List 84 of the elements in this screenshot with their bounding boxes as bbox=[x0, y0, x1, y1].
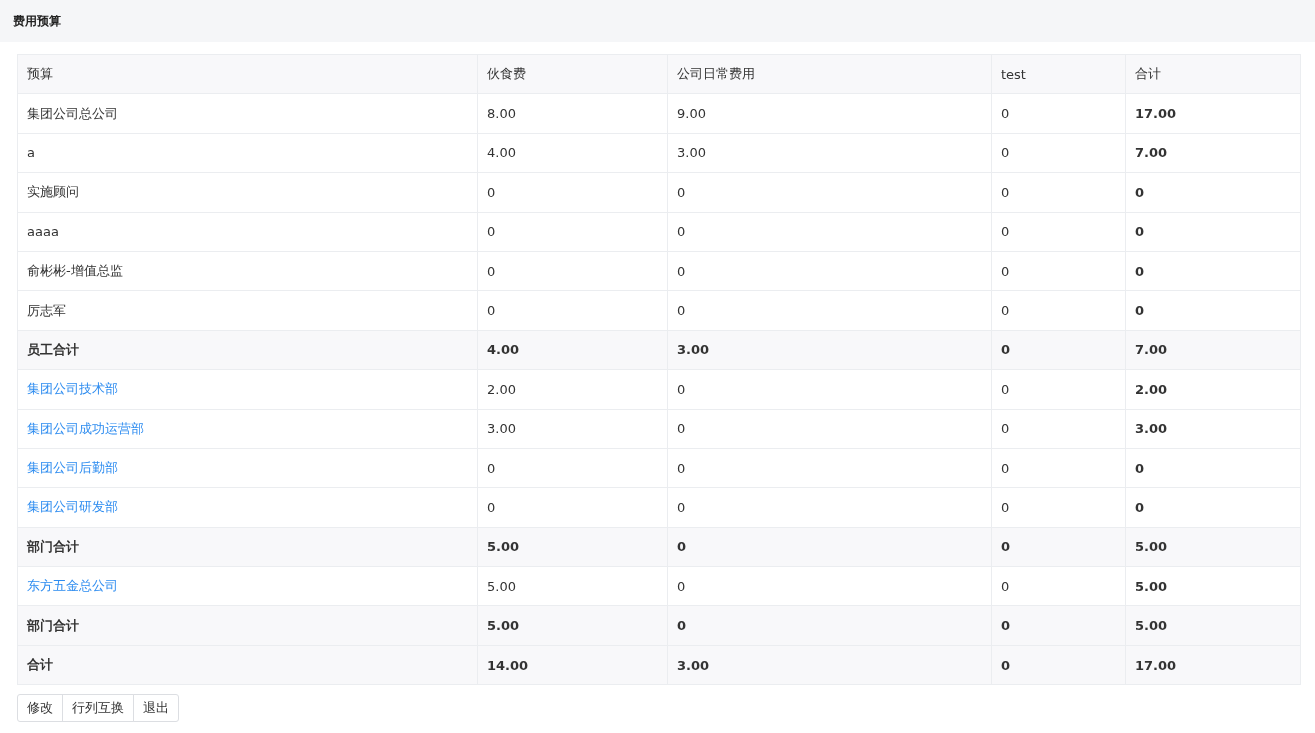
table-cell: 0 bbox=[1125, 487, 1301, 528]
table-cell: 0 bbox=[477, 251, 668, 291]
column-header: 合计 bbox=[1125, 54, 1301, 94]
table-cell: 17.00 bbox=[1125, 645, 1301, 685]
table-cell: 3.00 bbox=[667, 133, 992, 173]
table-cell: 8.00 bbox=[477, 93, 668, 134]
column-header: 伙食费 bbox=[477, 54, 668, 94]
table-cell: 0 bbox=[1125, 290, 1301, 331]
table-cell: 员工合计 bbox=[17, 330, 478, 370]
table-cell: 7.00 bbox=[1125, 133, 1301, 173]
table-cell: 3.00 bbox=[667, 330, 992, 370]
table-cell: aaaa bbox=[17, 212, 478, 252]
table-cell: 0 bbox=[991, 369, 1126, 409]
table-cell: 0 bbox=[991, 93, 1126, 134]
table-cell: 0 bbox=[991, 605, 1126, 646]
department-link[interactable]: 集团公司后勤部 bbox=[27, 460, 118, 476]
column-header: test bbox=[991, 54, 1126, 94]
table-cell: 4.00 bbox=[477, 133, 668, 173]
table-cell: 0 bbox=[991, 330, 1126, 370]
table-cell: 厉志军 bbox=[17, 290, 478, 331]
table-cell: 9.00 bbox=[667, 93, 992, 134]
department-link[interactable]: 东方五金总公司 bbox=[27, 578, 118, 594]
table-cell: 0 bbox=[477, 487, 668, 528]
table-cell: 0 bbox=[667, 290, 992, 331]
table-cell: 5.00 bbox=[477, 527, 668, 567]
table-cell: 2.00 bbox=[477, 369, 668, 409]
table-cell: 集团公司总公司 bbox=[17, 93, 478, 134]
department-link[interactable]: 集团公司技术部 bbox=[27, 381, 118, 397]
table-cell: 4.00 bbox=[477, 330, 668, 370]
table-cell: 0 bbox=[991, 566, 1126, 606]
table-cell: 0 bbox=[991, 290, 1126, 331]
table-cell: 0 bbox=[667, 448, 992, 488]
table-cell: 0 bbox=[667, 212, 992, 252]
column-header: 预算 bbox=[17, 54, 478, 94]
table-cell: 0 bbox=[667, 172, 992, 213]
table-cell: 14.00 bbox=[477, 645, 668, 685]
table-cell: 0 bbox=[1125, 251, 1301, 291]
table-cell: 实施顾问 bbox=[17, 172, 478, 213]
table-cell: 0 bbox=[477, 172, 668, 213]
table-cell: 0 bbox=[991, 409, 1126, 449]
table-cell: 0 bbox=[477, 448, 668, 488]
table-cell: 合计 bbox=[17, 645, 478, 685]
table-cell: 5.00 bbox=[1125, 527, 1301, 567]
action-button[interactable]: 退出 bbox=[133, 694, 179, 723]
table-cell: 0 bbox=[991, 172, 1126, 213]
department-link[interactable]: 集团公司成功运营部 bbox=[27, 420, 144, 436]
table-cell: 0 bbox=[667, 605, 992, 646]
table-cell: a bbox=[17, 133, 478, 173]
action-button[interactable]: 修改 bbox=[17, 694, 63, 723]
table-cell: 0 bbox=[667, 566, 992, 606]
table-cell: 0 bbox=[1125, 448, 1301, 488]
table-cell: 0 bbox=[1125, 212, 1301, 252]
table-cell: 0 bbox=[991, 448, 1126, 488]
table-cell: 0 bbox=[667, 251, 992, 291]
table-cell: 0 bbox=[991, 212, 1126, 252]
page-title: 费用预算 bbox=[13, 12, 61, 30]
table-cell: 0 bbox=[991, 251, 1126, 291]
table-cell: 0 bbox=[667, 487, 992, 528]
table-cell: 部门合计 bbox=[17, 527, 478, 567]
table-cell: 7.00 bbox=[1125, 330, 1301, 370]
table-cell: 0 bbox=[991, 527, 1126, 567]
table-cell: 0 bbox=[991, 487, 1126, 528]
table-cell: 0 bbox=[991, 645, 1126, 685]
table-cell: 5.00 bbox=[477, 605, 668, 646]
table-cell: 0 bbox=[477, 212, 668, 252]
table-cell: 0 bbox=[667, 527, 992, 567]
action-button[interactable]: 行列互换 bbox=[62, 694, 134, 723]
column-header: 公司日常费用 bbox=[667, 54, 992, 94]
table-cell: 17.00 bbox=[1125, 93, 1301, 134]
table-cell: 0 bbox=[1125, 172, 1301, 213]
table-cell: 俞彬彬-增值总监 bbox=[17, 251, 478, 291]
table-cell: 0 bbox=[991, 133, 1126, 173]
table-cell: 0 bbox=[477, 290, 668, 331]
table-cell: 5.00 bbox=[1125, 566, 1301, 606]
table-cell: 2.00 bbox=[1125, 369, 1301, 409]
table-cell: 0 bbox=[667, 369, 992, 409]
table-cell: 3.00 bbox=[477, 409, 668, 449]
table-cell: 5.00 bbox=[1125, 605, 1301, 646]
table-cell: 3.00 bbox=[667, 645, 992, 685]
table-cell: 部门合计 bbox=[17, 605, 478, 646]
table-cell: 3.00 bbox=[1125, 409, 1301, 449]
table-cell: 5.00 bbox=[477, 566, 668, 606]
department-link[interactable]: 集团公司研发部 bbox=[27, 499, 118, 515]
table-cell: 0 bbox=[667, 409, 992, 449]
